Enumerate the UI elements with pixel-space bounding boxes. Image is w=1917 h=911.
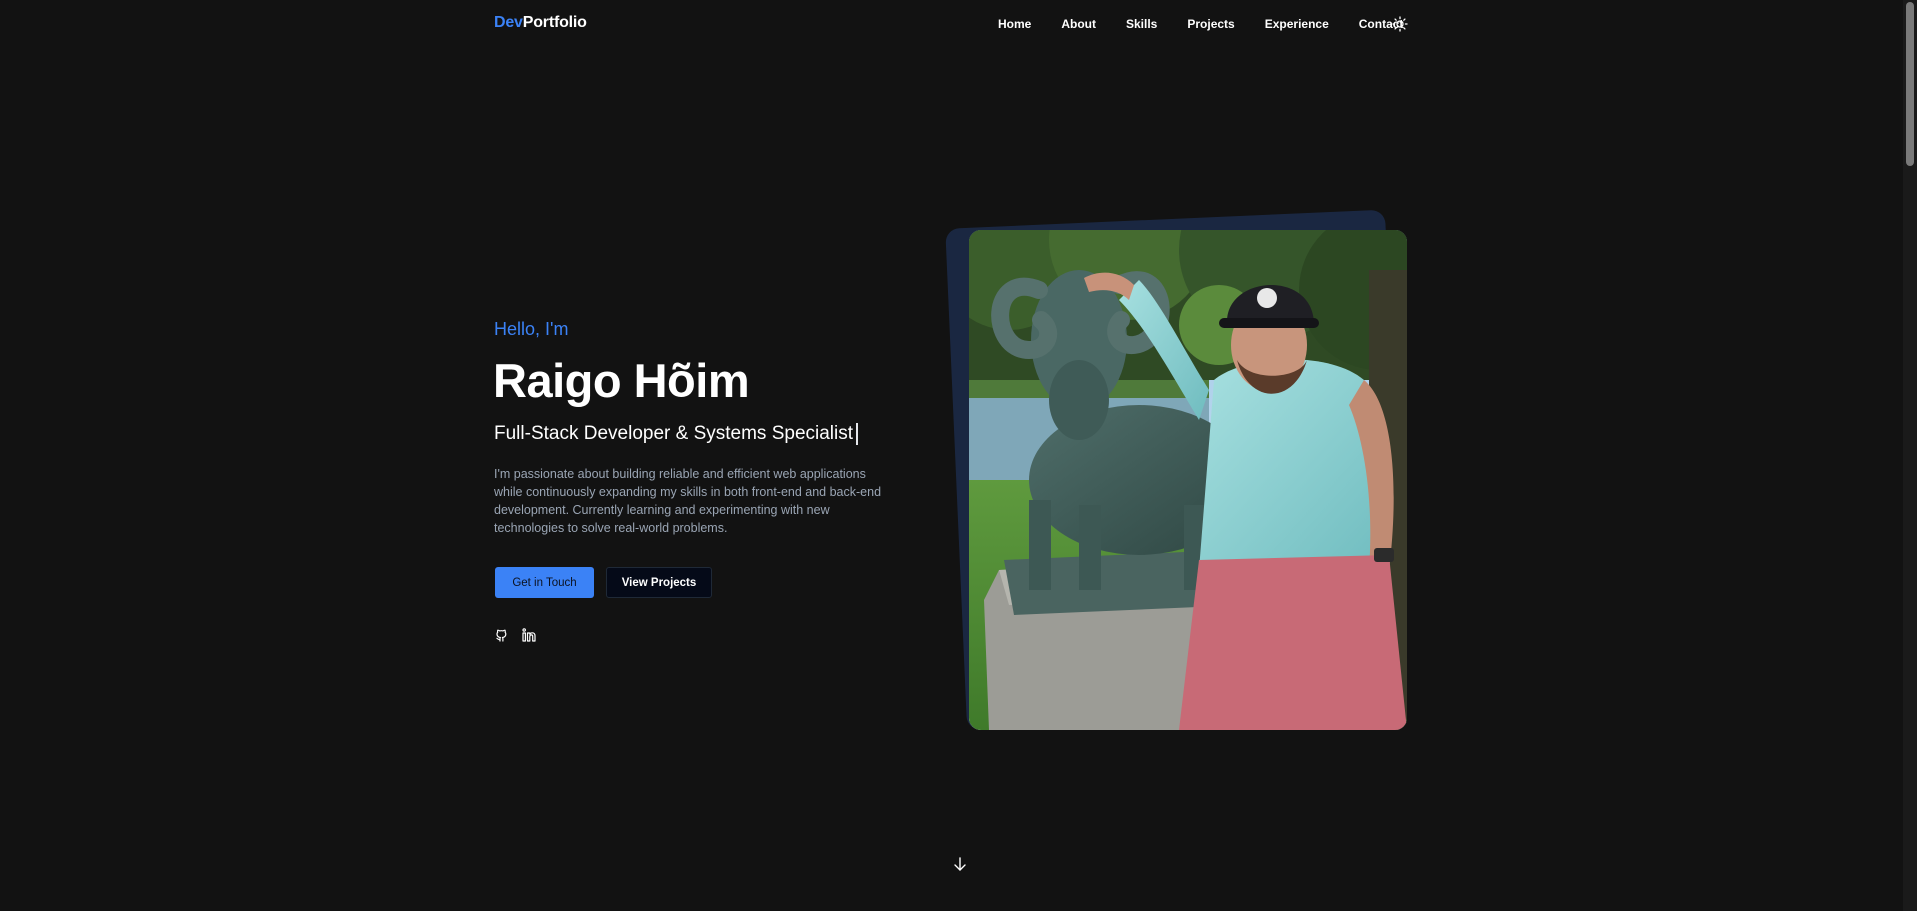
logo-portfolio: Portfolio xyxy=(522,14,587,31)
nav-link-skills[interactable]: Skills xyxy=(1126,17,1157,31)
view-projects-button[interactable]: View Projects xyxy=(606,567,712,598)
scrollbar-thumb[interactable] xyxy=(1906,2,1914,166)
sun-icon[interactable] xyxy=(1392,16,1408,32)
nav-link-about[interactable]: About xyxy=(1061,17,1096,31)
typing-caret xyxy=(856,423,859,445)
nav-link-experience[interactable]: Experience xyxy=(1265,17,1329,31)
nav-links: Home About Skills Projects Experience Co… xyxy=(998,17,1403,31)
navbar: DevPortfolio Home About Skills Projects … xyxy=(0,0,1903,48)
logo-dev: Dev xyxy=(494,14,523,31)
page: DevPortfolio Home About Skills Projects … xyxy=(0,0,1917,911)
nav-link-projects[interactable]: Projects xyxy=(1187,17,1234,31)
greeting: Hello, I'm xyxy=(494,319,569,339)
logo[interactable]: DevPortfolio xyxy=(494,14,587,32)
get-in-touch-button[interactable]: Get in Touch xyxy=(495,567,594,598)
github-icon[interactable] xyxy=(494,627,510,643)
profile-photo xyxy=(969,230,1407,730)
linkedin-icon[interactable] xyxy=(521,627,537,643)
hero-role: Full-Stack Developer & Systems Specialis… xyxy=(494,423,859,445)
arrow-down-icon[interactable] xyxy=(952,856,968,872)
hero-bio: I'm passionate about building reliable a… xyxy=(494,467,882,535)
page-scrollbar[interactable] xyxy=(1903,0,1917,911)
role-text: Full-Stack Developer & Systems Specialis… xyxy=(494,423,854,444)
hero-name: Raigo Hõim xyxy=(493,354,750,407)
nav-link-home[interactable]: Home xyxy=(998,17,1031,31)
